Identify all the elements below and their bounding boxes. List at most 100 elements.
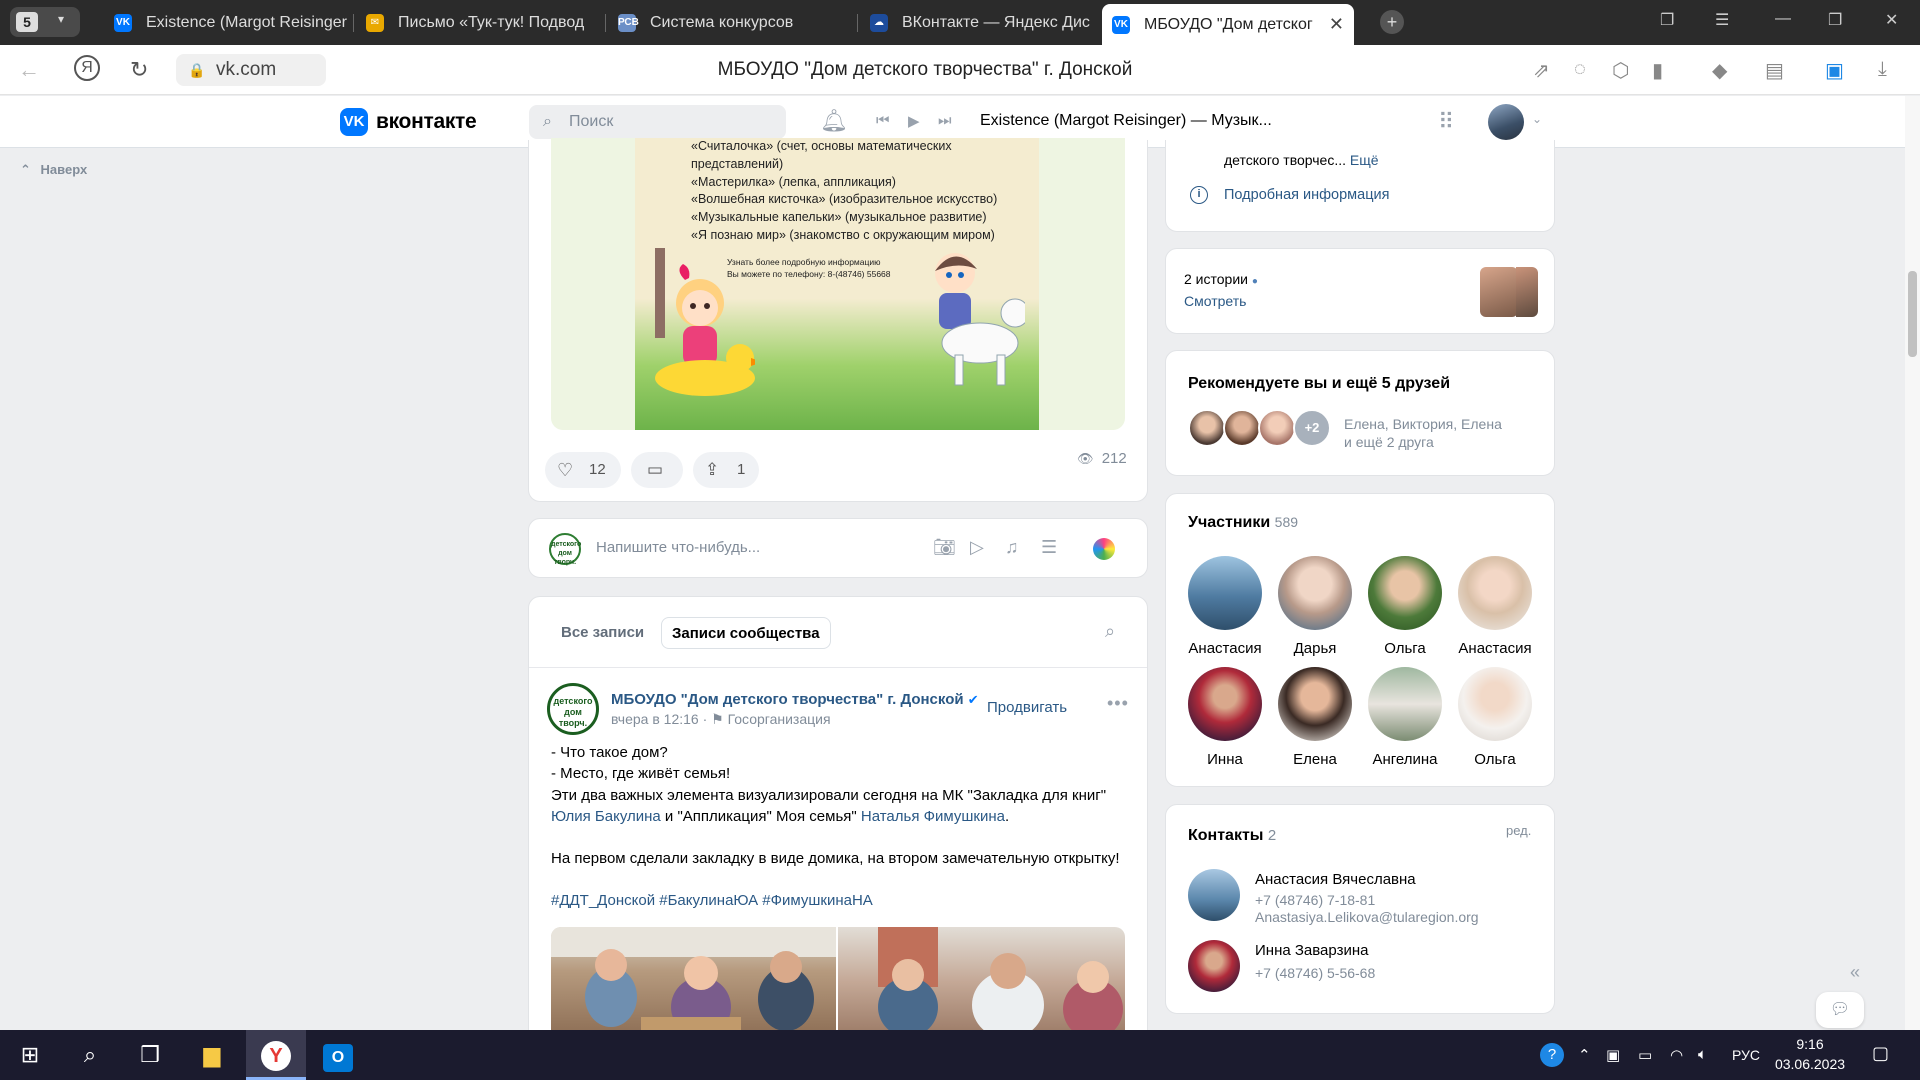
battery-icon[interactable]: ▭ xyxy=(1638,1046,1652,1064)
prev-track-icon[interactable]: ⏮ xyxy=(876,112,890,129)
member[interactable]: Ангелина xyxy=(1360,667,1450,768)
tray-app-icon[interactable]: ▣ xyxy=(1606,1046,1620,1064)
post-photo-2[interactable] xyxy=(838,927,1125,1037)
color-post-icon[interactable] xyxy=(1093,538,1115,560)
composer-input[interactable]: Напишите что-нибудь... xyxy=(596,539,760,556)
downloads-status-icon[interactable]: ▣ xyxy=(1825,58,1844,83)
tab-counter-button[interactable]: 5 ▾ xyxy=(10,7,80,37)
members-title[interactable]: Участники 589 xyxy=(1188,514,1298,532)
yandex-icon[interactable]: Я xyxy=(74,55,100,81)
tab-yandex-disk[interactable]: ☁ ВКонтакте — Яндекс Дис xyxy=(860,6,1110,39)
post-author-name[interactable]: МБОУДО "Дом детского творчества" г. Донс… xyxy=(611,691,979,708)
post-photo-1[interactable] xyxy=(551,927,836,1037)
tab-active[interactable]: VK МБОУДО "Дом детског ✕ xyxy=(1102,4,1354,45)
hashtags[interactable]: #ДДТ_Донской #БакулинаЮА #ФимушкинаНА xyxy=(551,890,1131,911)
camera-icon[interactable]: 📷︎ xyxy=(933,537,956,558)
new-tab-button[interactable]: + xyxy=(1380,10,1404,34)
yandex-browser-icon[interactable]: Y xyxy=(246,1030,306,1080)
member[interactable]: Инна xyxy=(1180,667,1270,768)
back-icon[interactable]: ← xyxy=(18,57,40,83)
share-button[interactable]: ⇪ 1 xyxy=(693,452,759,488)
download-icon[interactable]: ⤓ xyxy=(1878,58,1887,81)
promote-button[interactable]: Продвигать xyxy=(987,699,1067,716)
detailed-info-link[interactable]: Подробная информация xyxy=(1224,187,1389,203)
contact[interactable]: Анастасия Вячеславна +7 (48746) 7-18-81 … xyxy=(1188,869,1528,925)
outlook-icon[interactable]: O xyxy=(308,1030,368,1080)
restore-icon[interactable]: ❐ xyxy=(1828,10,1842,30)
more-link[interactable]: Ещё xyxy=(1350,152,1379,168)
search-input[interactable]: ⌕ Поиск xyxy=(529,105,786,139)
more-friends-badge[interactable]: +2 xyxy=(1293,409,1331,447)
mention-link[interactable]: Наталья Фимушкина xyxy=(861,808,1005,825)
search-icon[interactable]: ⌕ xyxy=(1105,621,1115,642)
now-playing[interactable]: Existence (Margot Reisinger) — Музык... xyxy=(980,112,1272,130)
mention-link[interactable]: Юлия Бакулина xyxy=(551,808,661,825)
url-field[interactable]: 🔒 vk.com xyxy=(176,54,326,86)
windows-start-icon[interactable]: ⊞ xyxy=(0,1030,60,1080)
language-indicator[interactable]: РУС xyxy=(1732,1047,1760,1063)
tab-all-posts[interactable]: Все записи xyxy=(551,617,654,649)
vk-logo-text[interactable]: вконтакте xyxy=(376,110,477,134)
tab-manager-icon[interactable]: ❐ xyxy=(1660,10,1674,30)
vk-logo-icon[interactable]: VK xyxy=(340,108,368,136)
bell-icon[interactable]: 🔔︎ xyxy=(820,108,848,134)
friend-avatar[interactable] xyxy=(1258,409,1296,447)
scroll-top-link[interactable]: ⌃ Наверх xyxy=(20,162,87,178)
collections-icon[interactable]: ▤ xyxy=(1765,58,1784,83)
story-preview-2[interactable] xyxy=(1516,267,1538,317)
watch-stories-link[interactable]: Смотреть xyxy=(1184,293,1246,309)
post-author-avatar[interactable]: детского дом творч. xyxy=(547,683,599,735)
help-icon[interactable]: ? xyxy=(1540,1043,1564,1067)
more-icon[interactable]: ••• xyxy=(1107,693,1129,714)
bookmark-icon[interactable]: ▮ xyxy=(1652,58,1663,83)
member[interactable]: Ольга xyxy=(1450,667,1540,768)
minimize-icon[interactable]: — xyxy=(1775,10,1791,28)
scrollbar-thumb[interactable] xyxy=(1908,271,1917,357)
friend-avatar[interactable] xyxy=(1223,409,1261,447)
contacts-title[interactable]: Контакты 2 xyxy=(1188,827,1276,845)
friend-avatar[interactable] xyxy=(1188,409,1226,447)
collapse-chat-icon[interactable]: « xyxy=(1850,962,1860,983)
extension-icon[interactable]: ◆ xyxy=(1712,58,1727,83)
reload-icon[interactable]: ↻ xyxy=(130,57,148,83)
member[interactable]: Дарья xyxy=(1270,556,1360,657)
chevron-up-icon[interactable]: ⌃ xyxy=(1578,1046,1591,1064)
contact[interactable]: Инна Заварзина +7 (48746) 5-56-68 xyxy=(1188,940,1528,996)
member[interactable]: Анастасия xyxy=(1180,556,1270,657)
task-view-icon[interactable]: ❒ xyxy=(120,1030,180,1080)
share-icon[interactable]: ⇗ xyxy=(1533,58,1550,83)
tab-community-posts[interactable]: Записи сообщества xyxy=(661,617,831,649)
tab-existence[interactable]: VK Existence (Margot Reisinger xyxy=(104,6,354,39)
notifications-icon[interactable]: ▢ xyxy=(1872,1043,1889,1064)
comment-button[interactable]: ▭ xyxy=(631,452,683,488)
tab-contests[interactable]: РСВ Система конкурсов xyxy=(608,6,858,39)
search-icon[interactable]: ⌕ xyxy=(60,1030,120,1080)
music-icon[interactable]: ♫ xyxy=(1005,537,1019,558)
chevron-down-icon[interactable]: ⌄ xyxy=(1532,112,1542,126)
chat-icon[interactable]: 💬︎ xyxy=(1816,992,1864,1028)
chat-icon[interactable]: ◌ xyxy=(1574,58,1586,81)
apps-grid-icon[interactable]: ⠿ xyxy=(1438,109,1454,135)
wifi-icon[interactable]: ◠ xyxy=(1670,1046,1683,1064)
volume-icon[interactable]: 🔈︎ xyxy=(1698,1046,1707,1063)
member[interactable]: Ольга xyxy=(1360,556,1450,657)
member[interactable]: Елена xyxy=(1270,667,1360,768)
edit-contacts-link[interactable]: ред. xyxy=(1506,823,1531,838)
play-icon[interactable]: ▶ xyxy=(908,112,920,130)
article-icon[interactable]: ☰ xyxy=(1041,537,1057,558)
tab-mail[interactable]: ✉ Письмо «Тук-тук! Подвод xyxy=(356,6,606,39)
like-button[interactable]: ♡ 12 xyxy=(545,452,621,488)
page-scrollbar[interactable] xyxy=(1905,96,1920,1030)
window-close-icon[interactable]: ✕ xyxy=(1885,10,1898,30)
member[interactable]: Анастасия xyxy=(1450,556,1540,657)
file-explorer-icon[interactable]: ▆ xyxy=(182,1030,242,1080)
post-time[interactable]: вчера в 12:16 xyxy=(611,711,699,727)
menu-icon[interactable]: ☰ xyxy=(1715,10,1729,30)
video-icon[interactable]: ▷ xyxy=(970,537,984,558)
next-track-icon[interactable]: ⏭ xyxy=(938,112,952,129)
story-preview-1[interactable] xyxy=(1480,267,1518,317)
clock[interactable]: 9:16 03.06.2023 xyxy=(1770,1034,1850,1074)
profile-avatar[interactable] xyxy=(1488,104,1524,140)
protect-icon[interactable]: ⬡ xyxy=(1612,58,1629,83)
post-image[interactable]: «Считалочка» (счет, основы математически… xyxy=(551,138,1125,430)
